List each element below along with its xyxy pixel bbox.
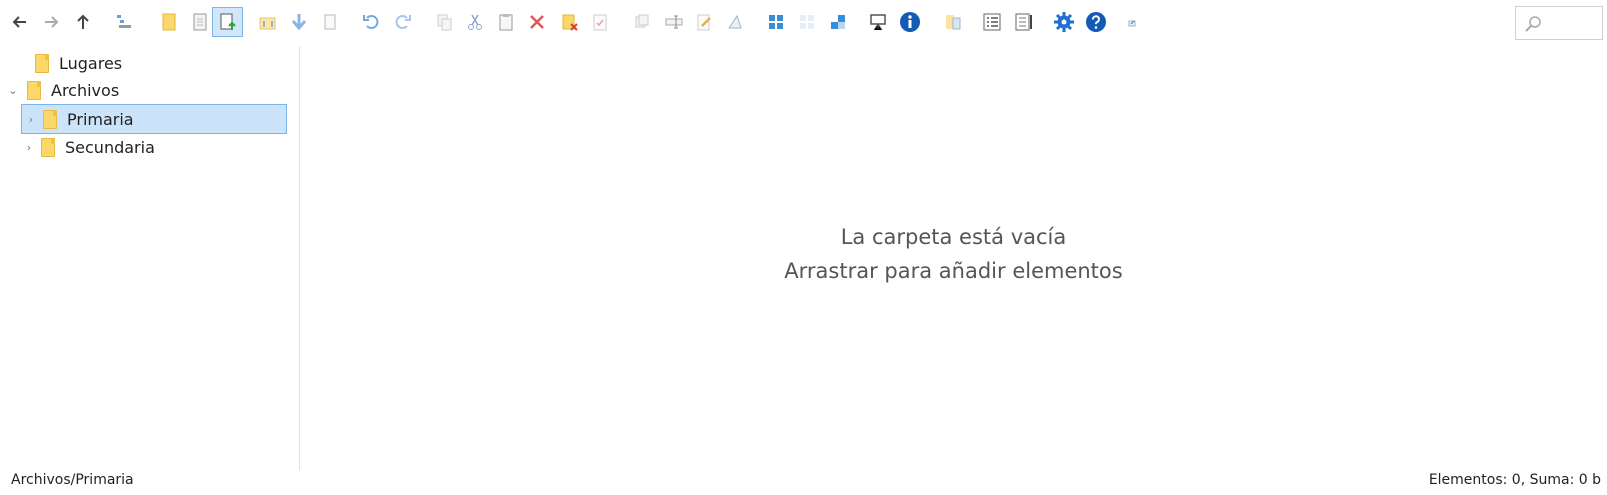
up-icon[interactable]: [69, 8, 97, 36]
back-icon[interactable]: [6, 8, 34, 36]
search-icon: [1525, 16, 1541, 32]
empty-message-line2: Arrastrar para añadir elementos: [784, 259, 1123, 283]
folder-icon: [43, 109, 57, 129]
chevron-right-icon[interactable]: ›: [22, 141, 36, 154]
chevron-right-icon[interactable]: ›: [24, 113, 38, 126]
properties-icon[interactable]: [939, 8, 967, 36]
rename-icon[interactable]: [660, 8, 688, 36]
view-small-icon[interactable]: [824, 8, 852, 36]
tree-item-label: Lugares: [59, 53, 123, 73]
folder-tree: Lugares ⌄ Archivos › Primaria › Secundar…: [0, 46, 300, 470]
copy-icon[interactable]: [430, 8, 458, 36]
settings-icon[interactable]: [1050, 8, 1078, 36]
download-icon[interactable]: [285, 8, 313, 36]
presentation-icon[interactable]: [864, 8, 892, 36]
folder-icon: [27, 80, 41, 100]
tree-item-label: Archivos: [51, 80, 120, 100]
view-grid-icon[interactable]: [793, 8, 821, 36]
undo-icon[interactable]: [357, 8, 385, 36]
measure-icon[interactable]: [721, 8, 749, 36]
file-icon[interactable]: [316, 8, 344, 36]
tree-item-label: Primaria: [67, 109, 134, 129]
edit-icon[interactable]: [690, 8, 718, 36]
tree-item-archivos[interactable]: ⌄ Archivos: [6, 75, 119, 105]
forward-icon[interactable]: [37, 8, 65, 36]
new-folder-icon[interactable]: [155, 8, 183, 36]
toolbar: [0, 0, 1607, 46]
tree-item-lugares[interactable]: Lugares: [21, 48, 122, 78]
info-icon[interactable]: [896, 8, 924, 36]
empty-folder-message: La carpeta está vacía Arrastrar para aña…: [300, 220, 1607, 288]
view-list-icon[interactable]: [978, 8, 1006, 36]
redo-icon[interactable]: [389, 8, 417, 36]
upload-icon[interactable]: [212, 7, 243, 37]
tree-toggle-icon[interactable]: [110, 8, 138, 36]
view-details-icon[interactable]: [1010, 8, 1038, 36]
tree-item-secundaria[interactable]: › Secundaria: [21, 132, 155, 162]
status-summary: Elementos: 0, Suma: 0 b: [1428, 472, 1601, 488]
delete-icon[interactable]: [523, 8, 551, 36]
select-icon[interactable]: [586, 8, 614, 36]
empty-message-line1: La carpeta está vacía: [840, 225, 1067, 249]
folder-icon: [41, 137, 55, 157]
open-folder-icon[interactable]: [254, 8, 282, 36]
status-path: Archivos/Primaria: [11, 472, 134, 488]
new-file-icon[interactable]: [186, 8, 214, 36]
duplicate-icon[interactable]: [627, 8, 655, 36]
cut-icon[interactable]: [461, 8, 489, 36]
paste-icon[interactable]: [492, 8, 520, 36]
tree-item-label: Secundaria: [65, 137, 155, 157]
delete-folder-icon[interactable]: [556, 8, 584, 36]
expand-icon[interactable]: [1118, 8, 1146, 36]
help-icon[interactable]: [1082, 8, 1110, 36]
search-box[interactable]: [1515, 6, 1603, 40]
chevron-down-icon[interactable]: ⌄: [6, 84, 20, 97]
view-large-icon[interactable]: [762, 8, 790, 36]
tree-item-primaria[interactable]: › Primaria: [21, 104, 287, 134]
folder-icon: [35, 53, 49, 73]
